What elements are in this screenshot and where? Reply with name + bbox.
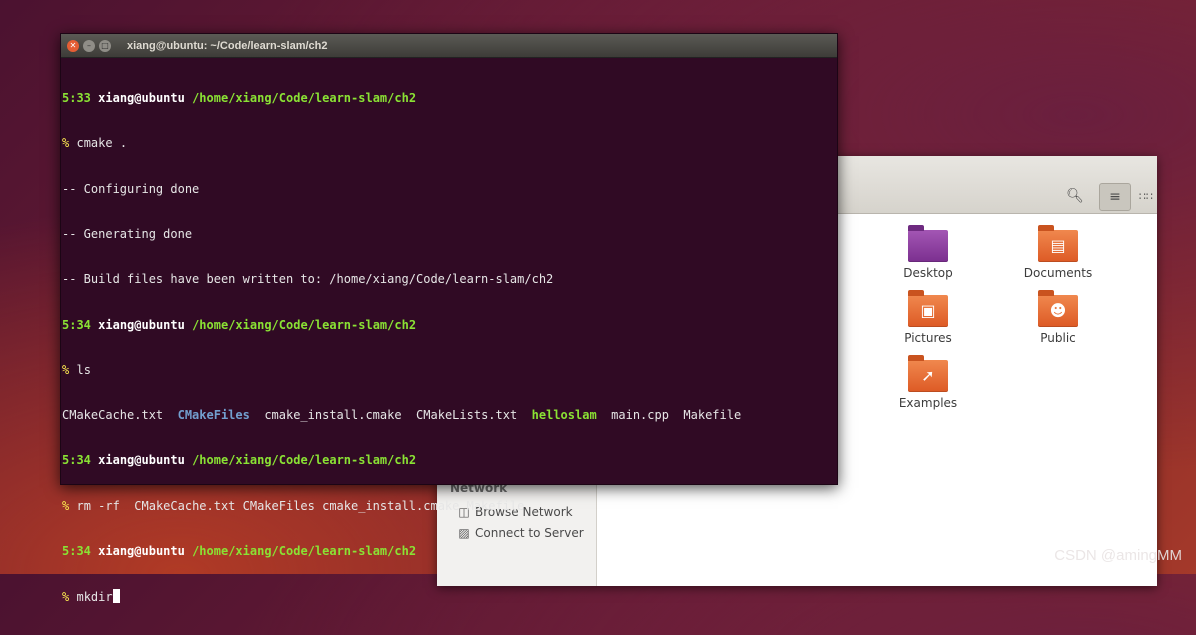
examples-folder-icon: ➚	[908, 355, 948, 392]
folder-desktop[interactable]: Desktop	[873, 225, 983, 280]
output-line: -- Build files have been written to: /ho…	[62, 272, 554, 287]
command-input[interactable]: mkdir	[76, 590, 112, 604]
prompt-path: /home/xiang/Code/learn-slam/ch2	[192, 91, 417, 106]
folder-label: Examples	[898, 396, 958, 410]
folder-label: Public	[1040, 331, 1076, 345]
ls-directory: CMakeFiles	[177, 408, 250, 423]
search-icon: 🔍︎	[1066, 188, 1084, 204]
folder-label: Pictures	[904, 331, 952, 345]
prompt-symbol: %	[62, 498, 70, 513]
command-text: ls	[76, 362, 91, 377]
prompt-time: 5:34	[62, 453, 91, 468]
output-line: -- Generating done	[62, 227, 193, 242]
grid-view-icon: ∷∷	[1139, 189, 1153, 203]
prompt-user: xiang@ubuntu	[98, 317, 185, 332]
prompt-symbol: %	[62, 590, 70, 605]
ls-file: cmake_install.cmake	[264, 408, 402, 423]
prompt-line: 5:34 xiang@ubuntu /home/xiang/Code/learn…	[62, 453, 837, 468]
command-line: % cmake .	[62, 136, 837, 151]
maximize-window-button[interactable]: □	[99, 39, 111, 52]
close-icon: ✕	[69, 40, 77, 50]
folder-label: Desktop	[903, 266, 953, 280]
search-button[interactable]: 🔍︎	[1060, 183, 1090, 209]
output-line: -- Configuring done	[62, 181, 200, 196]
minimize-window-button[interactable]: –	[83, 39, 95, 52]
prompt-user: xiang@ubuntu	[98, 453, 185, 468]
text-cursor	[112, 589, 120, 604]
command-line: % rm -rf CMakeCache.txt CMakeFiles cmake…	[62, 499, 837, 514]
prompt-time: 5:34	[62, 317, 91, 332]
ls-executable: helloslam	[531, 408, 597, 423]
grid-view-button[interactable]: ∷∷	[1131, 183, 1161, 209]
ls-file: CMakeCache.txt	[62, 408, 164, 423]
folder-documents[interactable]: ▤ Documents	[1003, 225, 1113, 280]
command-line: % mkdir	[62, 589, 837, 604]
minimize-icon: –	[87, 40, 91, 50]
command-line: % ls	[62, 363, 837, 378]
desktop-folder-icon	[908, 225, 948, 262]
folder-public[interactable]: ☻ Public	[1003, 290, 1113, 345]
prompt-symbol: %	[62, 136, 70, 151]
ls-file: Makefile	[683, 408, 742, 423]
folder-label: Documents	[1023, 266, 1093, 280]
pictures-folder-icon: ▣	[908, 290, 948, 327]
list-view-button[interactable]: ≡	[1099, 183, 1131, 211]
ls-output-line: CMakeCache.txt CMakeFiles cmake_install.…	[62, 408, 837, 423]
command-text: cmake .	[76, 136, 128, 151]
command-text: rm -rf CMakeCache.txt CMakeFiles cmake_i…	[76, 498, 525, 513]
folder-examples[interactable]: ➚ Examples	[873, 355, 983, 410]
close-window-button[interactable]: ✕	[67, 39, 79, 52]
terminal-titlebar[interactable]: ✕ – □ xiang@ubuntu: ~/Code/learn-slam/ch…	[61, 34, 837, 58]
prompt-line: 5:34 xiang@ubuntu /home/xiang/Code/learn…	[62, 318, 837, 333]
prompt-time: 5:33	[62, 91, 91, 106]
prompt-symbol: %	[62, 362, 70, 377]
maximize-icon: □	[101, 40, 109, 50]
public-folder-icon: ☻	[1038, 290, 1078, 327]
prompt-path: /home/xiang/Code/learn-slam/ch2	[192, 317, 417, 332]
folder-pictures[interactable]: ▣ Pictures	[873, 290, 983, 345]
terminal-output[interactable]: 5:33 xiang@ubuntu /home/xiang/Code/learn…	[61, 58, 837, 635]
prompt-user: xiang@ubuntu	[98, 91, 185, 106]
prompt-time: 5:34	[62, 544, 91, 558]
prompt-user: xiang@ubuntu	[98, 544, 185, 558]
documents-folder-icon: ▤	[1038, 225, 1078, 262]
prompt-path: /home/xiang/Code/learn-slam/ch2	[192, 453, 417, 468]
prompt-line: 5:34 xiang@ubuntu /home/xiang/Code/learn…	[62, 544, 837, 559]
watermark: CSDN @amingMM	[1054, 547, 1182, 564]
terminal-window[interactable]: ✕ – □ xiang@ubuntu: ~/Code/learn-slam/ch…	[60, 33, 838, 604]
ls-file: CMakeLists.txt	[416, 408, 518, 423]
list-view-icon: ≡	[1109, 189, 1121, 205]
prompt-path: /home/xiang/Code/learn-slam/ch2	[192, 544, 417, 558]
ls-file: main.cpp	[611, 408, 669, 423]
prompt-line: 5:33 xiang@ubuntu /home/xiang/Code/learn…	[62, 91, 837, 106]
terminal-title: xiang@ubuntu: ~/Code/learn-slam/ch2	[127, 39, 328, 52]
